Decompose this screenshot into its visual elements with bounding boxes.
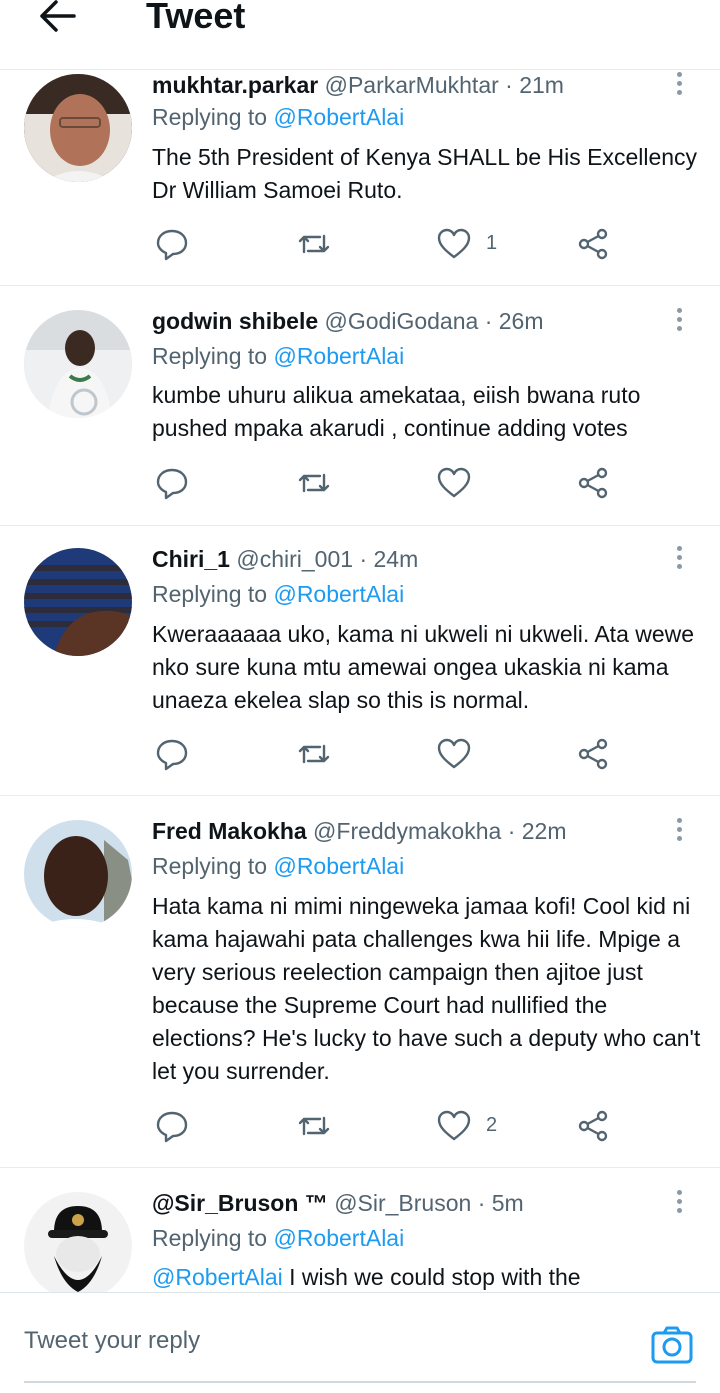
tweet-actions: [0, 465, 720, 505]
replying-to-link[interactable]: @RobertAlai: [273, 343, 404, 369]
replying-to-link[interactable]: @RobertAlai: [273, 1225, 404, 1251]
like-icon[interactable]: [436, 465, 476, 505]
author-name[interactable]: mukhtar.parkar: [152, 72, 318, 98]
top-bar: Tweet: [0, 0, 720, 70]
reply-icon[interactable]: [154, 226, 194, 266]
retweet-icon[interactable]: [296, 465, 336, 505]
tweet-time: · 26m: [484, 308, 544, 334]
replying-to-link[interactable]: @RobertAlai: [273, 853, 404, 879]
reply-icon[interactable]: [154, 736, 194, 776]
tweet-time: · 21m: [505, 72, 564, 98]
share-icon[interactable]: [576, 1108, 616, 1148]
reply-underline: [24, 1381, 696, 1383]
page-title: Tweet: [146, 0, 246, 36]
replying-to-link[interactable]: @RobertAlai: [273, 581, 404, 607]
avatar[interactable]: [24, 820, 132, 928]
author-handle[interactable]: @GodiGodana: [325, 308, 479, 334]
retweet-icon[interactable]: [296, 736, 336, 776]
like-count: 1: [486, 232, 498, 254]
tweet-time: · 5m: [477, 1190, 524, 1216]
tweet-time: · 22m: [507, 818, 567, 844]
more-icon[interactable]: [672, 816, 688, 846]
like-count: 2: [486, 1114, 498, 1136]
tweet-header: godwin shibele @GodiGodana · 26m: [152, 306, 543, 336]
author-handle[interactable]: @chiri_001: [236, 546, 353, 572]
tweet-text: kumbe uhuru alikua amekataa, eiish bwana…: [152, 382, 641, 441]
author-name[interactable]: Chiri_1: [152, 546, 230, 572]
replying-to-label: Replying to: [152, 104, 268, 130]
avatar[interactable]: [24, 310, 132, 418]
retweet-icon[interactable]: [296, 226, 336, 266]
tweet-actions: 2: [0, 1108, 720, 1148]
author-handle[interactable]: @Sir_Bruson: [334, 1190, 471, 1216]
replying-to: Replying to @RobertAlai: [152, 102, 404, 132]
author-handle[interactable]: @Freddymakokha: [313, 818, 501, 844]
like-icon[interactable]: [436, 1108, 476, 1148]
author-name[interactable]: @Sir_Bruson ™: [152, 1190, 328, 1216]
tweet-item[interactable]: Fred Makokha @Freddymakokha · 22m Replyi…: [0, 796, 720, 1168]
more-icon[interactable]: [672, 306, 688, 336]
back-arrow-icon[interactable]: [34, 0, 84, 38]
tweet-text: @RobertAlai I wish we could stop with th…: [152, 1261, 707, 1292]
mention-link[interactable]: @RobertAlai: [152, 1264, 283, 1290]
replying-to: Replying to @RobertAlai: [152, 579, 404, 609]
reply-input[interactable]: Tweet your reply: [24, 1327, 200, 1355]
more-icon[interactable]: [672, 544, 688, 574]
avatar[interactable]: [24, 74, 132, 182]
tweet-item[interactable]: mukhtar.parkar @ParkarMukhtar · 21m Repl…: [0, 70, 720, 286]
tweet-text: The 5th President of Kenya SHALL be His …: [152, 144, 698, 203]
tweet-header: @Sir_Bruson ™ @Sir_Bruson · 5m: [152, 1188, 524, 1218]
like-icon[interactable]: [436, 226, 476, 266]
replying-to-link[interactable]: @RobertAlai: [273, 104, 404, 130]
replying-to-label: Replying to: [152, 1225, 268, 1251]
reply-icon[interactable]: [154, 465, 194, 505]
tweet-time: · 24m: [359, 546, 419, 572]
avatar[interactable]: [24, 548, 132, 656]
tweet-text: Hata kama ni mimi ningeweka jamaa kofi! …: [152, 893, 701, 1084]
tweet-text: Kweraaaaaa uko, kama ni ukweli ni ukweli…: [152, 621, 695, 713]
tweet-item[interactable]: Chiri_1 @chiri_001 · 24m Replying to @Ro…: [0, 526, 720, 796]
replying-to: Replying to @RobertAlai: [152, 341, 404, 371]
replying-to: Replying to @RobertAlai: [152, 851, 404, 881]
share-icon[interactable]: [576, 736, 616, 776]
reply-bar: Tweet your reply: [0, 1292, 720, 1393]
author-handle[interactable]: @ParkarMukhtar: [325, 72, 499, 98]
replying-to-label: Replying to: [152, 343, 268, 369]
camera-icon[interactable]: [650, 1325, 694, 1365]
tweet-text-body: I wish we could stop with the: [282, 1264, 581, 1290]
share-icon[interactable]: [576, 226, 616, 266]
retweet-icon[interactable]: [296, 1108, 336, 1148]
tweet-item[interactable]: @Sir_Bruson ™ @Sir_Bruson · 5m Replying …: [0, 1168, 720, 1292]
replying-to-label: Replying to: [152, 581, 268, 607]
more-icon[interactable]: [672, 1188, 688, 1218]
more-icon[interactable]: [672, 70, 688, 100]
tweet-header: mukhtar.parkar @ParkarMukhtar · 21m: [152, 70, 564, 100]
tweet-header: Fred Makokha @Freddymakokha · 22m: [152, 816, 567, 846]
tweet-actions: 1: [0, 226, 720, 266]
avatar[interactable]: [24, 1192, 132, 1292]
replying-to-label: Replying to: [152, 853, 268, 879]
tweet-header: Chiri_1 @chiri_001 · 24m: [152, 544, 418, 574]
reply-icon[interactable]: [154, 1108, 194, 1148]
author-name[interactable]: Fred Makokha: [152, 818, 307, 844]
replying-to: Replying to @RobertAlai: [152, 1223, 404, 1253]
tweet-item[interactable]: godwin shibele @GodiGodana · 26m Replyin…: [0, 286, 720, 526]
author-name[interactable]: godwin shibele: [152, 308, 318, 334]
like-icon[interactable]: [436, 736, 476, 776]
tweet-actions: [0, 736, 720, 776]
share-icon[interactable]: [576, 465, 616, 505]
